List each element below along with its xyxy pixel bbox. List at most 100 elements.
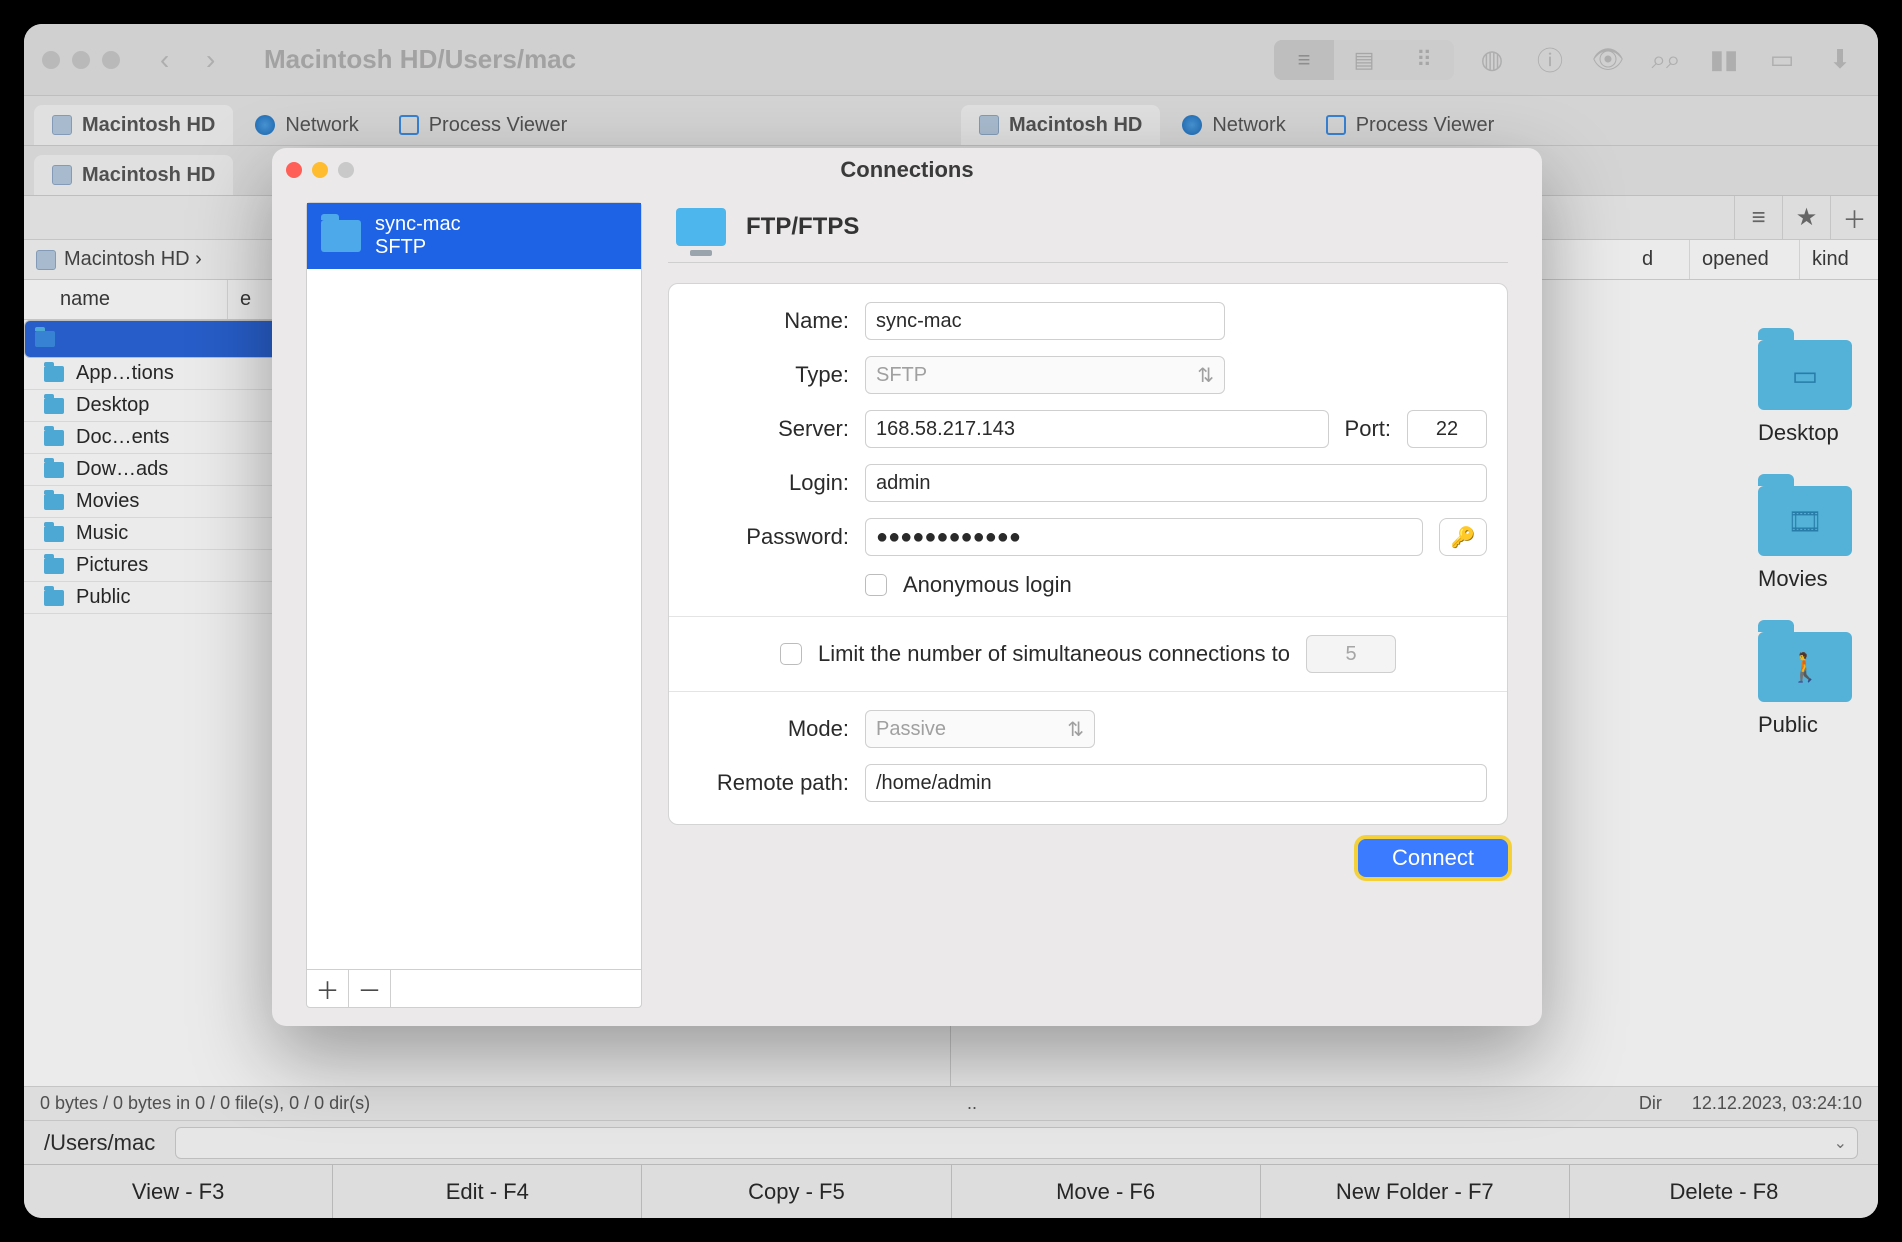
connect-button[interactable]: Connect <box>1358 839 1508 877</box>
folder-icon: 🚶 <box>1758 632 1852 702</box>
nav-forward-button[interactable]: › <box>206 46 224 74</box>
connections-dialog: Connections sync-mac SFTP ＋ － <box>272 148 1542 1026</box>
label-mode: Mode: <box>689 716 849 742</box>
file-name: App…tions <box>76 362 174 385</box>
grid-item[interactable]: 🎞Movies <box>1758 486 1878 592</box>
tab-label: Network <box>1212 114 1285 137</box>
password-input[interactable]: ●●●●●●●●●●●● <box>865 518 1423 556</box>
status-right-a: .. <box>967 1093 977 1114</box>
grid-item-label: Desktop <box>1758 420 1878 446</box>
zoom-icon[interactable] <box>102 51 120 69</box>
view-columns-icon[interactable]: ▤ <box>1334 40 1394 80</box>
col-kind[interactable]: kind <box>1800 240 1878 279</box>
footer-move-button[interactable]: Move - F6 <box>952 1165 1261 1218</box>
type-select[interactable]: SFTP ⇅ <box>865 356 1225 394</box>
download-icon[interactable]: ⬇ <box>1820 44 1860 75</box>
label-type: Type: <box>689 362 849 388</box>
key-icon[interactable]: 🔑 <box>1439 518 1487 556</box>
breadcrumb-text: Macintosh HD › <box>64 248 202 271</box>
tab-network[interactable]: Network <box>237 105 376 145</box>
chevron-updown-icon: ⇅ <box>1067 717 1084 742</box>
file-name: Dow…ads <box>76 458 168 481</box>
binoculars-icon[interactable]: ⌕⌕ <box>1646 44 1686 76</box>
dialog-title: Connections <box>272 157 1542 183</box>
folder-icon <box>44 366 64 382</box>
server-input[interactable] <box>865 410 1329 448</box>
pane-tabstrips: Macintosh HD Network Process Viewer Macint… <box>24 96 1878 146</box>
close-icon[interactable] <box>42 51 60 69</box>
name-input[interactable] <box>865 302 1225 340</box>
add-tab-button[interactable]: ＋ <box>1830 196 1878 239</box>
info-icon[interactable]: ⓘ <box>1530 41 1570 78</box>
tab-macintosh-hd[interactable]: Macintosh HD <box>961 105 1160 145</box>
add-connection-button[interactable]: ＋ <box>307 970 349 1007</box>
anonymous-checkbox[interactable] <box>865 574 887 596</box>
file-name: Music <box>76 522 128 545</box>
hd-icon <box>52 115 72 135</box>
file-name: Pictures <box>76 554 148 577</box>
hd-icon <box>979 115 999 135</box>
chevron-updown-icon: ⇅ <box>1197 363 1214 388</box>
footer-view-button[interactable]: View - F3 <box>24 1165 333 1218</box>
window-path: Macintosh HD/Users/mac <box>264 44 576 75</box>
type-value: SFTP <box>876 364 927 387</box>
connection-form: Name: Type: SFTP⇅ Server: Port: <box>668 283 1508 825</box>
subtab-label: Macintosh HD <box>82 164 215 187</box>
footer-new-button[interactable]: New Folder - F7 <box>1261 1165 1570 1218</box>
status-right-c: 12.12.2023, 03:24:10 <box>1692 1093 1862 1114</box>
col-opened[interactable]: opened <box>1690 240 1800 279</box>
view-list-icon[interactable]: ≡ <box>1274 40 1334 80</box>
footer-edit-button[interactable]: Edit - F4 <box>333 1165 642 1218</box>
view-list-cell-icon[interactable]: ≡ <box>1734 196 1782 239</box>
footer-bar: View - F3Edit - F4Copy - F5Move - F6New … <box>24 1164 1878 1218</box>
path-bar: /Users/mac ⌄ <box>24 1120 1878 1164</box>
label-server: Server: <box>689 416 849 442</box>
monitor-icon <box>676 208 726 246</box>
dialog-close-icon[interactable] <box>286 162 302 178</box>
dialog-minimize-icon[interactable] <box>312 162 328 178</box>
path-dropdown[interactable]: ⌄ <box>175 1127 1858 1159</box>
preview-icon[interactable]: 👁 <box>1588 44 1628 75</box>
nav-back-button[interactable]: ‹ <box>160 46 178 74</box>
label-password: Password: <box>689 524 849 550</box>
col-d[interactable]: d <box>1630 240 1690 279</box>
tab-process-viewer[interactable]: Process Viewer <box>1308 105 1513 145</box>
label-login: Login: <box>689 470 849 496</box>
window-toolbar: ‹ › Macintosh HD/Users/mac ≡ ▤ ⠿ ◍ ⓘ 👁 ⌕… <box>24 24 1878 96</box>
login-input[interactable] <box>865 464 1487 502</box>
tab-label: Network <box>285 114 358 137</box>
subtab-macintosh-hd[interactable]: Macintosh HD <box>34 155 233 195</box>
remote-path-input[interactable] <box>865 764 1487 802</box>
folder-icon <box>44 558 64 574</box>
port-input[interactable] <box>1407 410 1487 448</box>
star-icon[interactable]: ★ <box>1782 196 1830 239</box>
footer-delete-button[interactable]: Delete - F8 <box>1570 1165 1878 1218</box>
status-left: 0 bytes / 0 bytes in 0 / 0 file(s), 0 / … <box>40 1093 370 1114</box>
toggle-icon[interactable]: ◍ <box>1472 44 1512 75</box>
folder-icon <box>44 590 64 606</box>
col-name[interactable]: name <box>48 280 228 319</box>
view-grid-icon[interactable]: ⠿ <box>1394 40 1454 80</box>
tab-network[interactable]: Network <box>1164 105 1303 145</box>
tab-macintosh-hd[interactable]: Macintosh HD <box>34 105 233 145</box>
connection-item[interactable]: sync-mac SFTP <box>307 203 641 269</box>
window-traffic-lights <box>42 51 120 69</box>
file-name: Movies <box>76 490 139 513</box>
display-icon[interactable]: ▭ <box>1762 44 1802 75</box>
globe-icon <box>1182 115 1202 135</box>
monitor-icon <box>1326 115 1346 135</box>
footer-copy-button[interactable]: Copy - F5 <box>642 1165 951 1218</box>
path-label: /Users/mac <box>44 1130 155 1156</box>
folder-icon <box>44 494 64 510</box>
tab-process-viewer[interactable]: Process Viewer <box>381 105 586 145</box>
minimize-icon[interactable] <box>72 51 90 69</box>
view-mode-segmented[interactable]: ≡ ▤ ⠿ <box>1274 40 1454 80</box>
folder-icon <box>44 526 64 542</box>
panels-icon[interactable]: ▮▮ <box>1704 44 1744 75</box>
grid-item[interactable]: 🚶Public <box>1758 632 1878 738</box>
grid-item[interactable]: ▭Desktop <box>1758 340 1878 446</box>
remove-connection-button[interactable]: － <box>349 970 391 1007</box>
label-name: Name: <box>689 308 849 334</box>
limit-checkbox[interactable] <box>780 643 802 665</box>
mode-value: Passive <box>876 718 946 741</box>
